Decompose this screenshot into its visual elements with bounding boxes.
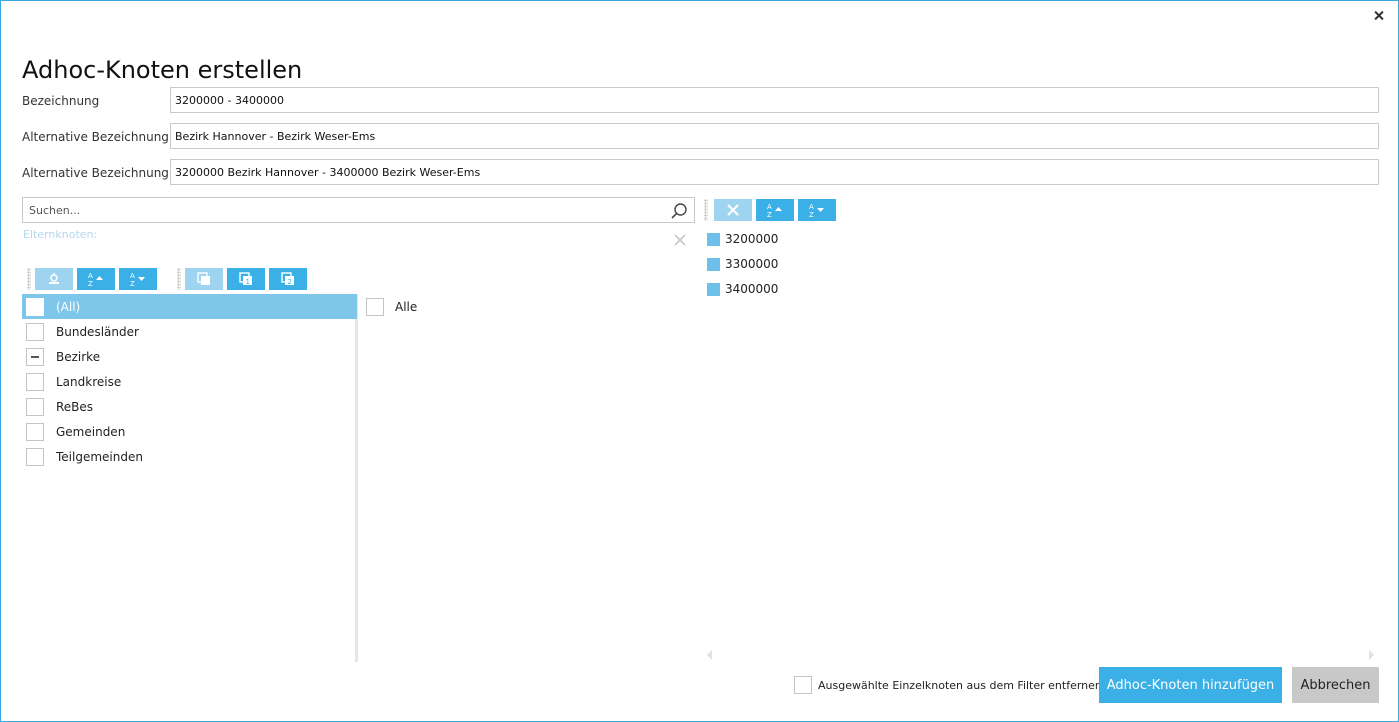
copy-1-icon: 1 [239, 272, 252, 286]
alt-bezeichnung-2-field[interactable] [170, 159, 1379, 185]
list-item-label: Gemeinden [56, 424, 126, 439]
sort-ascending-icon: A Z [88, 272, 103, 287]
remove-from-filter-checkbox[interactable] [794, 676, 812, 694]
sort-ascending-icon: A Z [767, 203, 782, 218]
search-box [22, 197, 695, 223]
node-marker-icon [707, 257, 720, 271]
list-item-teilgemeinden[interactable]: Teilgemeinden [22, 444, 357, 469]
list-item-label: Bezirke [56, 349, 101, 364]
checkbox[interactable] [26, 422, 44, 441]
dialog-title: Adhoc-Knoten erstellen [22, 56, 303, 84]
bezeichnung-field[interactable] [170, 87, 1379, 113]
selected-node-label: 3400000 [725, 282, 779, 296]
parent-node-label: Elternknoten: [23, 228, 98, 241]
list-item-label: ReBes [56, 399, 94, 414]
copy-2-icon: 2 [281, 272, 294, 286]
clear-parent-icon[interactable] [672, 232, 688, 248]
checkbox[interactable] [26, 372, 44, 391]
selected-node-item[interactable]: 3300000 [707, 256, 778, 272]
sort-descending-button[interactable]: A Z [119, 268, 157, 290]
alt-bezeichnung-1-label: Alternative Bezeichnung 1 [22, 130, 181, 144]
toolbar-grip[interactable] [704, 199, 708, 221]
toolbar-grip[interactable] [27, 268, 31, 290]
sort-ascending-button[interactable]: A Z [77, 268, 115, 290]
copy-all-icon [197, 272, 210, 285]
add-adhoc-node-button[interactable]: Adhoc-Knoten hinzufügen [1099, 667, 1282, 703]
copy-level-2-button[interactable]: 2 [269, 268, 307, 290]
selected-node-label: 3300000 [725, 257, 779, 271]
search-input[interactable] [23, 198, 663, 222]
selected-node-item[interactable]: 3200000 [707, 231, 778, 247]
bezeichnung-label: Bezeichnung [22, 94, 100, 108]
scroll-left-icon[interactable] [707, 650, 712, 660]
scroll-right-icon[interactable] [1369, 650, 1374, 660]
checkbox[interactable] [26, 322, 44, 341]
sort-descending-icon: A Z [809, 203, 824, 218]
list-item-label: Bundesländer [56, 324, 139, 339]
copy-level-1-button[interactable]: 1 [227, 268, 265, 290]
toolbar-grip[interactable] [177, 268, 181, 290]
sort-selected-descending-button[interactable]: A Z [798, 199, 836, 221]
checkbox[interactable] [26, 297, 44, 316]
adhoc-dialog: Adhoc-Knoten erstellen Bezeichnung Alter… [0, 0, 1399, 722]
remove-from-filter-label: Ausgewählte Einzelknoten aus dem Filter … [818, 678, 1102, 692]
list-item-gemeinden[interactable]: Gemeinden [22, 419, 357, 444]
expand-level-button[interactable] [35, 268, 73, 290]
checkbox[interactable] [26, 447, 44, 466]
selected-node-label: 3200000 [725, 232, 779, 246]
svg-text:A: A [809, 203, 814, 211]
svg-text:A: A [88, 272, 93, 280]
svg-text:A: A [130, 272, 135, 280]
node-marker-icon [707, 282, 720, 296]
remove-icon [727, 204, 739, 216]
remove-from-filter-option[interactable]: Ausgewählte Einzelknoten aus dem Filter … [794, 676, 1102, 694]
list-item-label: Landkreise [56, 374, 122, 389]
list-item-label: Teilgemeinden [56, 449, 143, 464]
expand-level-icon [49, 273, 59, 284]
selected-node-item[interactable]: 3400000 [707, 281, 778, 297]
remove-selected-button[interactable] [714, 199, 752, 221]
svg-text:Z: Z [809, 211, 814, 218]
svg-text:Z: Z [88, 280, 93, 287]
list-item-all[interactable]: (All) [22, 294, 357, 319]
list-item-bundeslaender[interactable]: Bundesländer [22, 319, 357, 344]
svg-text:2: 2 [288, 278, 292, 286]
level-list: (All) Bundesländer Bezirke Landkreise Re… [22, 294, 358, 662]
svg-text:1: 1 [246, 278, 250, 286]
select-all-row[interactable]: Alle [366, 298, 417, 316]
cancel-button[interactable]: Abbrechen [1292, 667, 1379, 703]
checkbox[interactable] [26, 397, 44, 416]
alt-bezeichnung-2-label: Alternative Bezeichnung 2 [22, 166, 181, 180]
list-item-landkreise[interactable]: Landkreise [22, 369, 357, 394]
alt-bezeichnung-1-field[interactable] [170, 123, 1379, 149]
checkbox-indeterminate[interactable] [26, 347, 44, 366]
copy-all-button[interactable] [185, 268, 223, 290]
svg-text:A: A [767, 203, 772, 211]
select-all-label: Alle [395, 300, 418, 314]
list-item-bezirke[interactable]: Bezirke [22, 344, 357, 369]
select-all-checkbox[interactable] [366, 298, 384, 316]
svg-text:Z: Z [130, 280, 135, 287]
svg-text:Z: Z [767, 211, 772, 218]
search-icon[interactable] [670, 202, 688, 220]
close-icon[interactable] [1370, 7, 1388, 25]
list-item-label: (All) [56, 299, 81, 314]
node-marker-icon [707, 232, 720, 246]
list-item-rebes[interactable]: ReBes [22, 394, 357, 419]
sort-selected-ascending-button[interactable]: A Z [756, 199, 794, 221]
sort-descending-icon: A Z [130, 272, 145, 287]
